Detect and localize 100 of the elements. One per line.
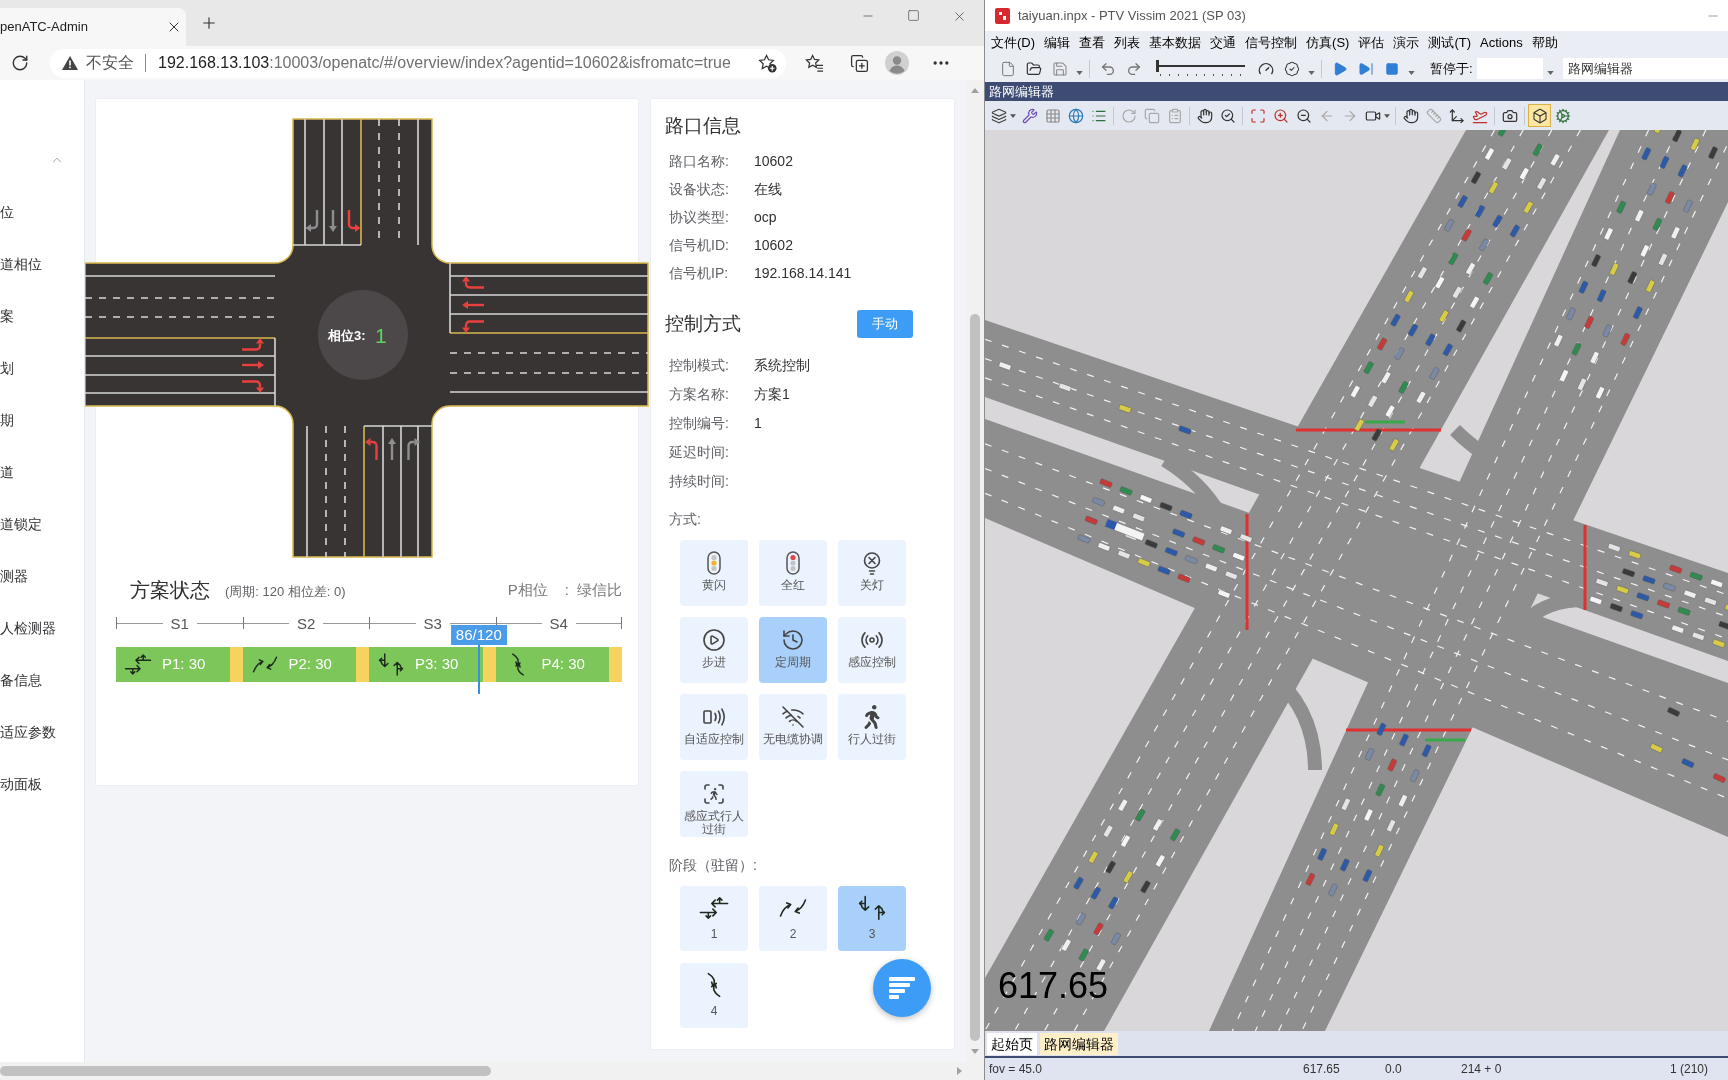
globe-icon[interactable] <box>1067 107 1084 124</box>
stage-button[interactable]: 1 <box>680 886 748 951</box>
zoom-out-icon[interactable] <box>1295 107 1312 124</box>
seal-check-icon[interactable] <box>1284 60 1300 77</box>
sidebar-item[interactable]: 期 <box>0 394 84 446</box>
document-icon[interactable] <box>1000 60 1016 77</box>
field-label: 方案名称: <box>669 385 730 404</box>
undo-icon[interactable] <box>1100 60 1116 77</box>
dropdown-caret-icon[interactable] <box>1075 70 1083 75</box>
sidebar-item[interactable]: 道 <box>0 446 84 498</box>
mode-button[interactable]: 全红 <box>759 540 827 606</box>
menu-item[interactable]: 测试(T) <box>1428 33 1471 53</box>
mode-button[interactable]: 行人过街 <box>838 694 906 760</box>
stage-button[interactable]: 4 <box>680 963 748 1028</box>
menu-item[interactable]: Actions <box>1480 33 1523 53</box>
menu-item[interactable]: 信号控制 <box>1245 33 1298 53</box>
menu-item[interactable]: 编辑 <box>1044 33 1071 53</box>
play-icon[interactable] <box>1332 60 1348 77</box>
layers-icon[interactable] <box>990 107 1007 124</box>
mode-button[interactable]: 自适应控制 <box>680 694 748 760</box>
floating-menu-button[interactable] <box>873 959 931 1017</box>
hand-icon[interactable] <box>1196 107 1213 124</box>
mode-button[interactable]: 步进 <box>680 617 748 683</box>
gear-icon[interactable] <box>1554 107 1571 124</box>
dropdown-caret-icon[interactable] <box>1010 113 1016 118</box>
menu-item[interactable]: 基本数据 <box>1149 33 1202 53</box>
dropdown-caret-icon[interactable] <box>1407 70 1415 75</box>
menu-item[interactable]: 查看 <box>1079 33 1106 53</box>
menu-item[interactable]: 演示 <box>1393 33 1420 53</box>
new-tab-icon[interactable] <box>200 14 218 32</box>
wrench-icon[interactable] <box>1021 107 1038 124</box>
redo-icon[interactable] <box>1126 60 1142 77</box>
maximize-icon[interactable] <box>907 9 920 22</box>
star-list-icon[interactable] <box>805 53 824 73</box>
scrollbar-thumb[interactable] <box>0 1066 491 1076</box>
magnifier-check-icon[interactable] <box>1219 107 1236 124</box>
field-label: 设备状态: <box>669 179 730 199</box>
panel-header: 路网编辑器 <box>985 82 1728 101</box>
sidebar-item[interactable]: 动面板 <box>0 758 84 810</box>
stop-icon[interactable] <box>1385 61 1399 76</box>
menu-item[interactable]: 列表 <box>1114 33 1141 53</box>
zoom-in-icon[interactable] <box>1272 107 1289 124</box>
browser-tab[interactable]: penATC-Admin <box>0 8 186 46</box>
menu-item[interactable]: 文件(D) <box>991 33 1036 53</box>
sidebar-item[interactable]: 位 <box>0 186 84 238</box>
hand-icon[interactable] <box>1402 107 1419 124</box>
field-label: 控制模式: <box>669 356 730 375</box>
sidebar-item[interactable]: 道相位 <box>0 238 84 290</box>
menu-item[interactable]: 帮助 <box>1531 33 1558 53</box>
dropdown-caret-icon[interactable] <box>1546 70 1554 75</box>
view-selector[interactable]: 路网编辑器 <box>1562 58 1728 79</box>
mode-button[interactable]: 感应控制 <box>838 617 906 683</box>
simulation-time: 617.65 <box>998 968 1109 1004</box>
sidebar-item[interactable]: 备信息 <box>0 654 84 706</box>
slider-thumb[interactable] <box>1156 59 1159 72</box>
stage-button[interactable]: 3 <box>838 886 906 951</box>
list-icon <box>889 977 915 999</box>
editor-tab[interactable]: 路网编辑器 <box>1040 1032 1118 1055</box>
menu-item[interactable]: 评估 <box>1358 33 1385 53</box>
editor-tab[interactable]: 起始页 <box>987 1032 1037 1055</box>
mode-button[interactable]: 定周期 <box>759 617 827 683</box>
address-field[interactable]: 不安全 192.168.13.103:10003/openatc/#/overview/index?agentid=10602&isfromatc=true <box>50 48 786 78</box>
gauge-icon[interactable] <box>1258 60 1274 77</box>
axes-icon[interactable] <box>1448 107 1465 124</box>
field-value: 10602 <box>754 235 793 255</box>
stage-button[interactable]: 2 <box>759 886 827 951</box>
sidebar-item[interactable]: 人检测器 <box>0 602 84 654</box>
sidebar-item[interactable]: 案 <box>0 290 84 342</box>
3d-view-button[interactable] <box>1528 104 1551 127</box>
stage-label: S4 <box>548 615 569 631</box>
speed-slider-track[interactable] <box>1156 59 1245 78</box>
mode-button[interactable]: 关灯 <box>838 540 906 606</box>
star-plus-icon[interactable] <box>758 53 777 73</box>
sidebar-item[interactable]: 适应参数 <box>0 706 84 758</box>
mode-button[interactable]: 感应式行人过街 <box>680 771 748 837</box>
legend-phase: P相位 <box>507 579 548 600</box>
scrollbar-thumb[interactable] <box>970 314 980 1041</box>
sidebar-item[interactable]: 道锁定 <box>0 498 84 550</box>
corner-brackets-icon[interactable] <box>1249 107 1266 124</box>
camera-icon[interactable] <box>1501 107 1518 124</box>
url-text[interactable]: 192.168.13.103:10003/openatc/#/overview/index?agentid=10602&isfromatc=true <box>158 51 731 75</box>
avatar-icon[interactable] <box>885 51 909 75</box>
phase-countdown: 1 <box>375 324 387 347</box>
security-warning[interactable]: 不安全 <box>86 51 134 75</box>
menu-item[interactable]: 仿真(S) <box>1306 33 1350 53</box>
folder-icon[interactable] <box>1026 60 1042 77</box>
dropdown-caret-icon[interactable] <box>1307 70 1315 75</box>
clipboard-icon[interactable] <box>1166 107 1183 124</box>
dropdown-caret-icon[interactable] <box>1384 113 1390 118</box>
mode-button[interactable]: 黄闪 <box>680 540 748 606</box>
mode-button[interactable]: 无电缆协调 <box>759 694 827 760</box>
warning-icon <box>62 56 78 70</box>
sidebar-item[interactable]: 划 <box>0 342 84 394</box>
save-icon[interactable] <box>1052 60 1068 77</box>
sidebar-item[interactable]: 测器 <box>0 550 84 602</box>
reload-icon[interactable] <box>11 54 29 72</box>
menu-item[interactable]: 交通 <box>1210 33 1237 53</box>
copy-plus-icon[interactable] <box>850 53 869 73</box>
skip-forward-icon[interactable] <box>1358 60 1374 77</box>
field-label: 阶段（驻留）: <box>669 856 757 875</box>
